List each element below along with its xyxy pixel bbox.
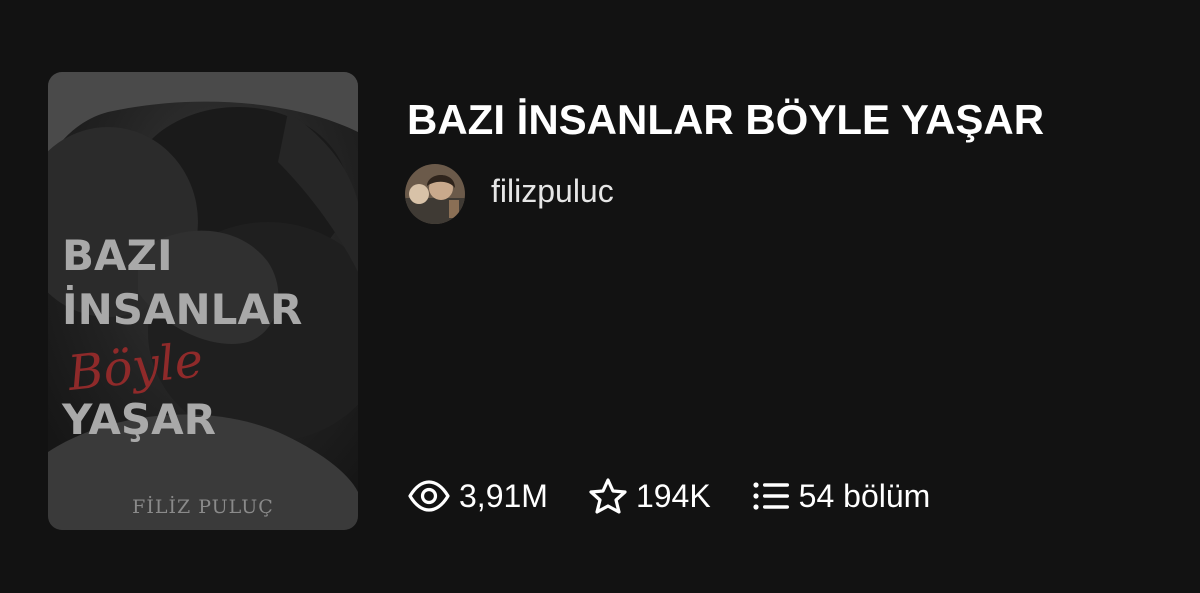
star-icon bbox=[589, 478, 627, 514]
reads-count: 3,91M bbox=[459, 478, 548, 514]
parts-stat: 54 bölüm bbox=[751, 476, 931, 516]
cover-title-line: YAŞAR bbox=[62, 395, 216, 444]
author-name[interactable]: filizpuluc bbox=[491, 171, 614, 211]
votes-stat: 194K bbox=[588, 476, 711, 516]
reads-stat: 3,91M bbox=[407, 476, 548, 516]
cover-title-line: BAZI bbox=[62, 231, 173, 280]
votes-count: 194K bbox=[635, 478, 711, 514]
cover-title-line: İNSANLAR bbox=[62, 285, 303, 334]
cover-author: FİLİZ PULUÇ bbox=[132, 496, 274, 518]
parts-count: 54 bölüm bbox=[798, 478, 931, 514]
avatar[interactable] bbox=[405, 164, 465, 224]
story-title: BAZI İNSANLAR BÖYLE YAŞAR bbox=[407, 96, 1045, 143]
list-icon bbox=[753, 482, 789, 510]
story-cover[interactable]: BAZI İNSANLAR Böyle YAŞAR FİLİZ PULUÇ bbox=[48, 72, 358, 530]
author-link[interactable]: filizpuluc bbox=[405, 164, 614, 224]
eye-icon bbox=[408, 480, 450, 512]
story-stats: 3,91M 194K 54 bölüm bbox=[407, 476, 930, 516]
story-details-page: BAZI İNSANLAR Böyle YAŞAR FİLİZ PULUÇ BA… bbox=[0, 0, 1200, 593]
